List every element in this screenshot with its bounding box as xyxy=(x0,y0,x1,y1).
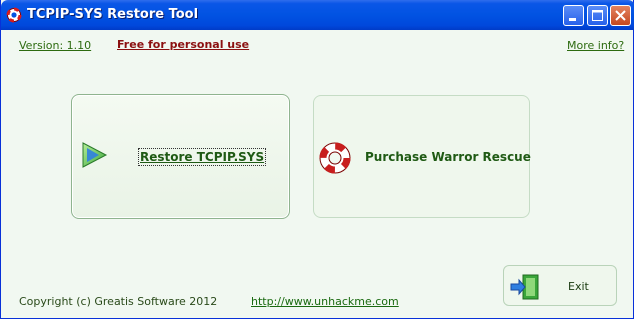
version-link[interactable]: Version: 1.10 xyxy=(19,39,91,52)
app-window: TCPIP-SYS Restore Tool Version: 1.10 Fre… xyxy=(0,0,634,319)
app-lifebuoy-icon xyxy=(6,7,22,23)
restore-label: Restore TCPIP.SYS xyxy=(137,148,267,166)
window-title: TCPIP-SYS Restore Tool xyxy=(27,7,199,22)
maximize-button[interactable] xyxy=(587,5,608,26)
copyright-text: Copyright (c) Greatis Software 2012 xyxy=(19,295,218,308)
close-icon xyxy=(615,10,626,21)
maximize-icon xyxy=(592,10,603,21)
life-ring-icon xyxy=(318,141,352,180)
purchase-button[interactable]: Purchase Warror Rescue xyxy=(313,95,531,218)
title-bar[interactable]: TCPIP-SYS Restore Tool xyxy=(1,0,634,30)
play-arrow-icon xyxy=(80,141,108,174)
more-info-link[interactable]: More info? xyxy=(567,39,624,52)
website-link[interactable]: http://www.unhackme.com xyxy=(251,295,399,308)
minimize-icon xyxy=(569,18,576,21)
minimize-button[interactable] xyxy=(563,5,584,26)
purchase-label: Purchase Warror Rescue xyxy=(365,150,531,164)
exit-door-icon xyxy=(509,274,541,305)
close-button[interactable] xyxy=(610,5,631,26)
exit-label: Exit xyxy=(568,280,589,293)
exit-button[interactable]: Exit xyxy=(503,265,617,306)
restore-button[interactable]: Restore TCPIP.SYS xyxy=(71,94,290,219)
license-link[interactable]: Free for personal use xyxy=(117,38,249,51)
